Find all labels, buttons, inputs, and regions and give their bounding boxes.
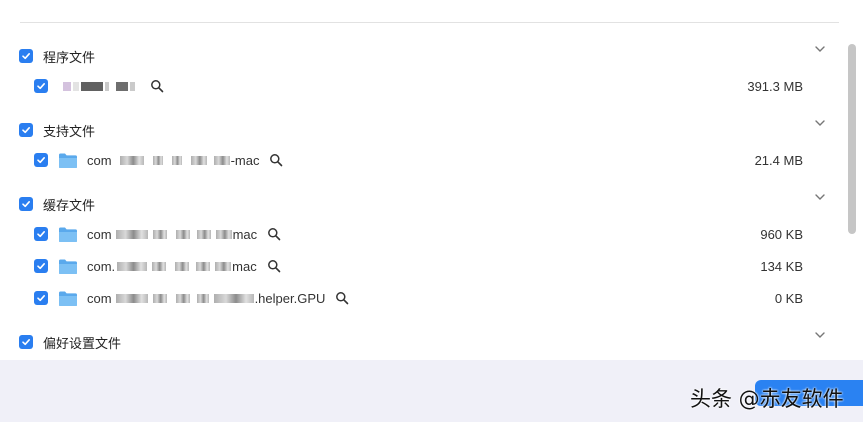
folder-icon: [59, 153, 77, 168]
folder-icon: [59, 259, 77, 274]
redacted-text: [115, 229, 148, 239]
group-cache-files[interactable]: 缓存文件: [19, 194, 95, 214]
item-size: 391.3 MB: [747, 79, 803, 94]
checkmark-icon: [37, 83, 45, 90]
magnifier-icon[interactable]: [269, 153, 283, 167]
magnifier-icon[interactable]: [267, 227, 281, 241]
group-checkbox[interactable]: [19, 123, 33, 137]
group-label: 支持文件: [43, 123, 96, 139]
redacted-text: [215, 261, 232, 271]
magnifier-icon[interactable]: [335, 291, 349, 305]
scrollbar[interactable]: [848, 44, 856, 234]
redacted-text: [73, 81, 79, 91]
list-item[interactable]: com -mac: [34, 148, 283, 172]
list-item[interactable]: com. mac: [34, 254, 281, 278]
magnifier-icon[interactable]: [150, 79, 164, 93]
item-name: com -mac: [87, 153, 259, 168]
redacted-text: [63, 81, 71, 91]
item-checkbox[interactable]: [34, 79, 48, 93]
checkmark-icon: [22, 53, 30, 60]
group-checkbox[interactable]: [19, 335, 33, 349]
redacted-text: [215, 229, 232, 239]
item-name: com .helper.GPU: [87, 291, 325, 306]
redacted-text: [115, 293, 148, 303]
checkmark-icon: [22, 127, 30, 134]
item-name-suffix: mac: [232, 226, 258, 242]
group-program-files[interactable]: 程序文件: [19, 46, 95, 66]
redacted-text: [152, 261, 167, 271]
redacted-text: [175, 261, 190, 271]
item-name-suffix: -mac: [230, 152, 260, 168]
item-name: com. mac: [87, 259, 257, 274]
chevron-down-icon[interactable]: [814, 118, 826, 128]
redacted-text: [196, 261, 211, 271]
redacted-text: [152, 293, 167, 303]
redacted-text: [196, 229, 211, 239]
group-checkbox[interactable]: [19, 197, 33, 211]
list-item[interactable]: com .helper.GPU: [34, 286, 349, 310]
item-name-prefix: com: [87, 226, 112, 242]
item-name: com mac: [87, 227, 257, 242]
redacted-text: [152, 155, 163, 165]
item-name-prefix: com.: [87, 258, 116, 274]
chevron-down-icon[interactable]: [814, 44, 826, 54]
item-size: 134 KB: [760, 259, 803, 274]
group-label: 偏好设置文件: [43, 335, 122, 351]
item-checkbox[interactable]: [34, 153, 48, 167]
group-support-files[interactable]: 支持文件: [19, 120, 95, 140]
group-label: 程序文件: [43, 49, 96, 65]
item-name-prefix: com: [87, 152, 112, 168]
redacted-text: [130, 81, 135, 91]
item-checkbox[interactable]: [34, 291, 48, 305]
redacted-text: [171, 155, 182, 165]
redacted-text: [105, 81, 109, 91]
magnifier-icon[interactable]: [267, 259, 281, 273]
group-label: 缓存文件: [43, 197, 96, 213]
item-name-prefix: com: [87, 290, 112, 306]
checkmark-icon: [22, 201, 30, 208]
folder-icon: [59, 291, 77, 306]
item-name: [62, 81, 136, 91]
chevron-down-icon[interactable]: [814, 330, 826, 340]
redacted-text: [190, 155, 207, 165]
redacted-text: [81, 81, 103, 91]
redacted-text: [175, 229, 190, 239]
redacted-text: [213, 155, 230, 165]
redacted-text: [196, 293, 209, 303]
item-size: 960 KB: [760, 227, 803, 242]
item-name-suffix: .helper.GPU: [254, 290, 326, 306]
checkmark-icon: [37, 263, 45, 270]
checkmark-icon: [37, 157, 45, 164]
redacted-text: [117, 261, 148, 271]
group-preference-files[interactable]: 偏好设置文件: [19, 332, 121, 352]
folder-icon: [59, 227, 77, 242]
checkmark-icon: [37, 231, 45, 238]
redacted-text: [213, 293, 254, 303]
checkmark-icon: [22, 339, 30, 346]
redacted-text: [152, 229, 167, 239]
watermark: 头条 @赤友软件: [690, 387, 844, 411]
group-checkbox[interactable]: [19, 49, 33, 63]
list-item[interactable]: [34, 74, 164, 98]
redacted-text: [116, 81, 128, 91]
chevron-down-icon[interactable]: [814, 192, 826, 202]
item-size: 21.4 MB: [754, 153, 803, 168]
item-name-suffix: mac: [232, 258, 257, 274]
item-checkbox[interactable]: [34, 259, 48, 273]
item-checkbox[interactable]: [34, 227, 48, 241]
file-list: 程序文件 391.3 MB 支持文件 com -mac 21.4 MB 缓存文件…: [0, 0, 845, 360]
redacted-text: [119, 155, 144, 165]
item-size: 0 KB: [774, 291, 803, 306]
checkmark-icon: [37, 295, 45, 302]
list-item[interactable]: com mac: [34, 222, 281, 246]
redacted-text: [175, 293, 190, 303]
